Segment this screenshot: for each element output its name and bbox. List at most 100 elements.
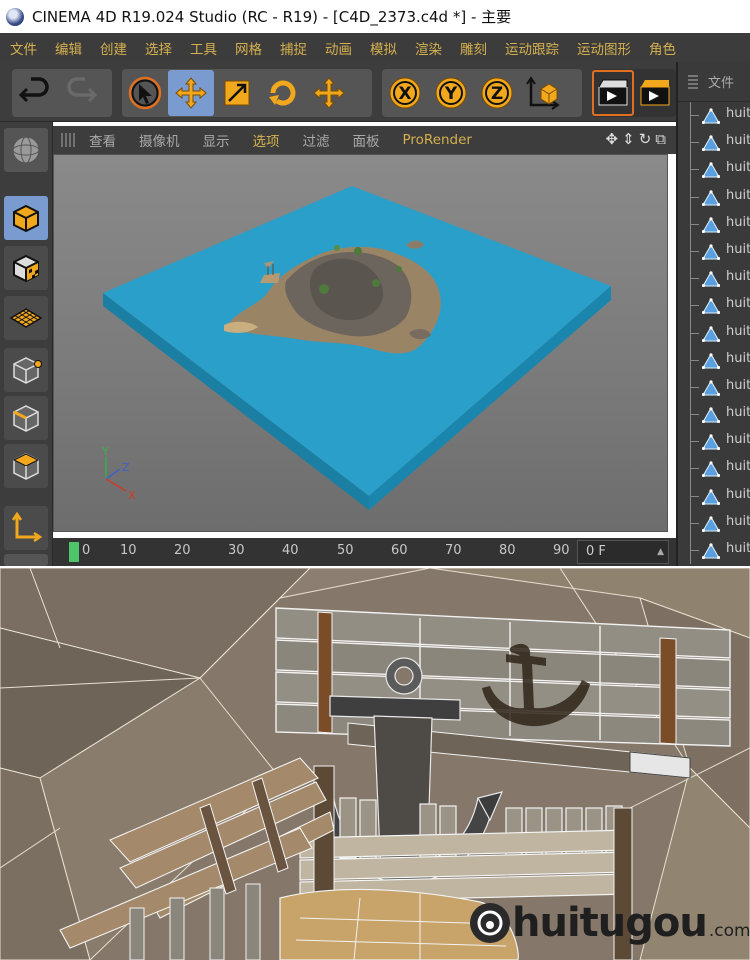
object-manager-file-menu[interactable]: 文件: [708, 72, 734, 91]
object-list-item[interactable]: huit: [678, 401, 750, 429]
menu-create[interactable]: 创建: [100, 38, 127, 58]
workplane-mode-button[interactable]: [4, 296, 48, 340]
object-name: huit: [726, 350, 750, 366]
timeline-tick: 50: [337, 543, 354, 558]
object-list-item[interactable]: huit: [678, 319, 750, 347]
object-list-item[interactable]: huit: [678, 102, 750, 130]
perspective-viewport[interactable]: Y Z X: [53, 154, 668, 532]
axis-y-label: Y: [101, 447, 109, 458]
menu-edit[interactable]: 编辑: [55, 38, 82, 58]
viewport-menu-cameras[interactable]: 摄像机: [139, 130, 180, 150]
recent-tool-button[interactable]: [306, 70, 352, 116]
polygon-object-icon: [702, 543, 720, 559]
timeline-tick: 80: [499, 543, 516, 558]
watermark: huitugou .com: [470, 900, 750, 946]
object-list-item[interactable]: huit: [678, 237, 750, 266]
object-list-item[interactable]: huit: [678, 428, 750, 456]
viewport-grip-icon[interactable]: [61, 133, 75, 147]
object-name: huit: [726, 459, 750, 475]
undo-icon: [18, 77, 49, 103]
move-tool-button[interactable]: [168, 70, 214, 116]
object-name: huit: [726, 214, 750, 230]
object-list-item[interactable]: huit: [678, 183, 750, 211]
object-name: huit: [726, 187, 750, 203]
polygon-object-icon: [702, 298, 720, 315]
tree-branch: [690, 210, 700, 238]
menu-render[interactable]: 渲染: [415, 38, 442, 58]
more-tools-button[interactable]: [4, 554, 48, 566]
window-title: CINEMA 4D R19.024 Studio (RC - R19) - [C…: [32, 8, 512, 26]
menu-mesh[interactable]: 网格: [235, 38, 262, 58]
menu-file[interactable]: 文件: [10, 38, 37, 58]
render-button[interactable]: [634, 70, 676, 116]
object-name: huit: [726, 133, 750, 149]
viewport-menu-options[interactable]: 选项: [253, 130, 280, 150]
tree-branch: [690, 319, 700, 347]
scale-tool-button[interactable]: [214, 70, 260, 116]
object-list-item[interactable]: huit: [678, 537, 750, 565]
menu-sculpt[interactable]: 雕刻: [460, 38, 487, 58]
polygon-object-icon: [702, 325, 720, 342]
menu-snap[interactable]: 捕捉: [280, 38, 307, 58]
viewport-menu-display[interactable]: 显示: [203, 130, 230, 150]
edge-mode-button[interactable]: [4, 396, 48, 440]
tree-branch: [690, 183, 700, 211]
viewport-menu-prorender[interactable]: ProRender: [403, 132, 472, 148]
viewport-menu-view[interactable]: 查看: [89, 130, 116, 150]
move-icon: [313, 77, 345, 109]
point-mode-button[interactable]: [4, 348, 48, 392]
undo-button[interactable]: [12, 70, 58, 116]
texture-mode-button[interactable]: [4, 246, 48, 290]
object-list-item[interactable]: huit: [678, 210, 750, 238]
viewport-menu-panel[interactable]: 面板: [353, 130, 380, 150]
make-editable-button[interactable]: [4, 128, 48, 172]
live-select-button[interactable]: [122, 70, 168, 116]
rotate-tool-button[interactable]: [260, 70, 306, 116]
coordinate-system-button[interactable]: [520, 70, 566, 116]
viewport-menu-filter[interactable]: 过滤: [303, 130, 330, 150]
menu-simulate[interactable]: 模拟: [370, 38, 397, 58]
redo-button[interactable]: [58, 70, 104, 116]
object-list-item[interactable]: huit: [678, 129, 750, 157]
tree-branch: [690, 346, 700, 374]
object-list-item[interactable]: huit: [678, 509, 750, 537]
y-axis-button[interactable]: Y: [428, 70, 474, 116]
object-list-item[interactable]: huit: [678, 265, 750, 293]
polygon-mode-button[interactable]: [4, 444, 48, 488]
pan-icon[interactable]: ✥: [606, 130, 619, 148]
render-view-button[interactable]: [592, 70, 635, 116]
x-axis-button[interactable]: X: [382, 70, 428, 116]
playhead-marker[interactable]: [69, 542, 79, 562]
render-view-icon: [598, 79, 628, 106]
object-list-item[interactable]: huit: [678, 156, 750, 184]
orbit-icon[interactable]: ↻: [639, 130, 652, 148]
panel-grip-icon[interactable]: [688, 74, 698, 89]
tree-branch: [690, 237, 700, 266]
menu-select[interactable]: 选择: [145, 38, 172, 58]
transform-tools-group: [122, 69, 372, 117]
polygon-object-icon: [702, 162, 720, 179]
maximize-view-icon[interactable]: ⧉: [655, 130, 666, 148]
menu-tools[interactable]: 工具: [190, 38, 217, 58]
current-frame-field[interactable]: 0 F ▲▼: [577, 540, 669, 579]
rotate-icon: [269, 80, 296, 106]
tree-branch: [690, 156, 700, 184]
object-list-item[interactable]: huit: [678, 455, 750, 483]
object-list-item[interactable]: huit: [678, 292, 750, 320]
timeline[interactable]: 0 10 20 30 40 50 60 70 80 90 0 F ▲▼: [53, 538, 676, 579]
title-bar: CINEMA 4D R19.024 Studio (RC - R19) - [C…: [0, 0, 750, 33]
axis-mode-button[interactable]: [4, 506, 48, 550]
object-list-item[interactable]: huit: [678, 346, 750, 374]
menu-mograph[interactable]: 运动图形: [577, 38, 631, 58]
menu-motion-tracking[interactable]: 运动跟踪: [505, 38, 559, 58]
object-list-item[interactable]: huit: [678, 373, 750, 402]
dolly-icon[interactable]: ⇕: [622, 130, 635, 148]
object-list-item[interactable]: huit: [678, 482, 750, 510]
axis-lock-group: X Y Z: [382, 69, 582, 117]
z-axis-button[interactable]: Z: [474, 70, 520, 116]
model-mode-button[interactable]: [4, 196, 48, 240]
menu-animate[interactable]: 动画: [325, 38, 352, 58]
object-list: huit huit huit huit huit huit huit huit huit huit…: [678, 102, 750, 565]
main-toolbar: X Y Z: [0, 62, 676, 122]
menu-character[interactable]: 角色: [649, 38, 676, 58]
